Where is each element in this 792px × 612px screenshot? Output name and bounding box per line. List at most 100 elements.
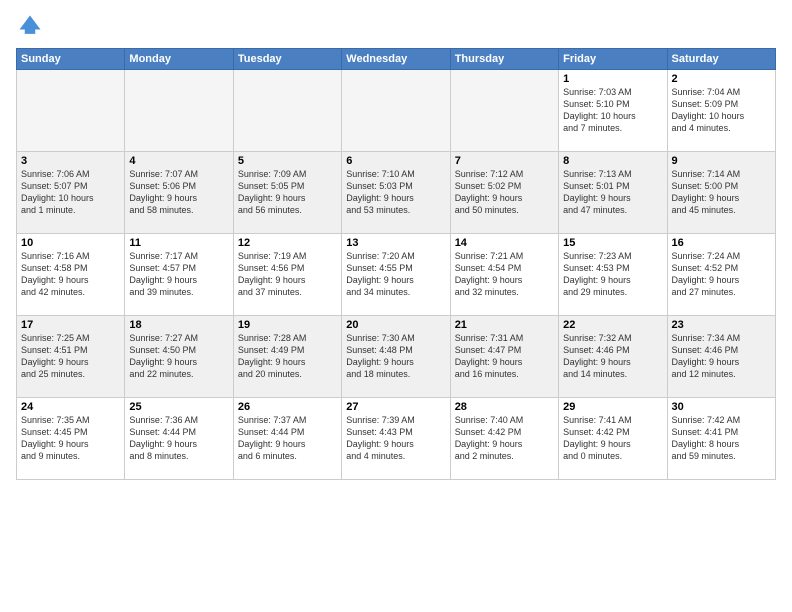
calendar-day-cell: 2Sunrise: 7:04 AM Sunset: 5:09 PM Daylig… (667, 70, 775, 152)
day-number: 20 (346, 319, 445, 331)
calendar-day-cell (450, 70, 558, 152)
day-number: 19 (238, 319, 337, 331)
day-number: 6 (346, 155, 445, 167)
calendar-day-cell: 14Sunrise: 7:21 AM Sunset: 4:54 PM Dayli… (450, 234, 558, 316)
weekday-header-tuesday: Tuesday (233, 49, 341, 70)
calendar-day-cell: 15Sunrise: 7:23 AM Sunset: 4:53 PM Dayli… (559, 234, 667, 316)
calendar-day-cell (233, 70, 341, 152)
calendar-week-row: 1Sunrise: 7:03 AM Sunset: 5:10 PM Daylig… (17, 70, 776, 152)
day-number: 2 (672, 73, 771, 85)
calendar-day-cell: 6Sunrise: 7:10 AM Sunset: 5:03 PM Daylig… (342, 152, 450, 234)
day-number: 4 (129, 155, 228, 167)
day-info: Sunrise: 7:20 AM Sunset: 4:55 PM Dayligh… (346, 250, 445, 299)
calendar-day-cell (125, 70, 233, 152)
day-number: 14 (455, 237, 554, 249)
day-number: 17 (21, 319, 120, 331)
calendar-day-cell: 13Sunrise: 7:20 AM Sunset: 4:55 PM Dayli… (342, 234, 450, 316)
day-number: 16 (672, 237, 771, 249)
weekday-header-saturday: Saturday (667, 49, 775, 70)
calendar-day-cell (17, 70, 125, 152)
logo-icon (16, 12, 44, 40)
day-info: Sunrise: 7:40 AM Sunset: 4:42 PM Dayligh… (455, 414, 554, 463)
day-number: 18 (129, 319, 228, 331)
day-number: 11 (129, 237, 228, 249)
calendar-day-cell: 26Sunrise: 7:37 AM Sunset: 4:44 PM Dayli… (233, 398, 341, 480)
calendar-day-cell: 17Sunrise: 7:25 AM Sunset: 4:51 PM Dayli… (17, 316, 125, 398)
day-number: 12 (238, 237, 337, 249)
weekday-header-thursday: Thursday (450, 49, 558, 70)
day-info: Sunrise: 7:32 AM Sunset: 4:46 PM Dayligh… (563, 332, 662, 381)
calendar-day-cell: 23Sunrise: 7:34 AM Sunset: 4:46 PM Dayli… (667, 316, 775, 398)
day-info: Sunrise: 7:06 AM Sunset: 5:07 PM Dayligh… (21, 168, 120, 217)
day-info: Sunrise: 7:17 AM Sunset: 4:57 PM Dayligh… (129, 250, 228, 299)
weekday-header-row: SundayMondayTuesdayWednesdayThursdayFrid… (17, 49, 776, 70)
day-number: 8 (563, 155, 662, 167)
day-info: Sunrise: 7:23 AM Sunset: 4:53 PM Dayligh… (563, 250, 662, 299)
calendar-day-cell: 19Sunrise: 7:28 AM Sunset: 4:49 PM Dayli… (233, 316, 341, 398)
calendar-day-cell: 7Sunrise: 7:12 AM Sunset: 5:02 PM Daylig… (450, 152, 558, 234)
calendar-day-cell: 16Sunrise: 7:24 AM Sunset: 4:52 PM Dayli… (667, 234, 775, 316)
day-number: 22 (563, 319, 662, 331)
day-info: Sunrise: 7:16 AM Sunset: 4:58 PM Dayligh… (21, 250, 120, 299)
day-info: Sunrise: 7:09 AM Sunset: 5:05 PM Dayligh… (238, 168, 337, 217)
day-info: Sunrise: 7:25 AM Sunset: 4:51 PM Dayligh… (21, 332, 120, 381)
day-info: Sunrise: 7:14 AM Sunset: 5:00 PM Dayligh… (672, 168, 771, 217)
calendar-day-cell: 5Sunrise: 7:09 AM Sunset: 5:05 PM Daylig… (233, 152, 341, 234)
calendar-week-row: 10Sunrise: 7:16 AM Sunset: 4:58 PM Dayli… (17, 234, 776, 316)
day-number: 26 (238, 401, 337, 413)
calendar-day-cell: 12Sunrise: 7:19 AM Sunset: 4:56 PM Dayli… (233, 234, 341, 316)
calendar-day-cell: 8Sunrise: 7:13 AM Sunset: 5:01 PM Daylig… (559, 152, 667, 234)
calendar-day-cell: 29Sunrise: 7:41 AM Sunset: 4:42 PM Dayli… (559, 398, 667, 480)
day-info: Sunrise: 7:12 AM Sunset: 5:02 PM Dayligh… (455, 168, 554, 217)
day-info: Sunrise: 7:13 AM Sunset: 5:01 PM Dayligh… (563, 168, 662, 217)
day-number: 23 (672, 319, 771, 331)
day-number: 30 (672, 401, 771, 413)
day-number: 9 (672, 155, 771, 167)
day-info: Sunrise: 7:39 AM Sunset: 4:43 PM Dayligh… (346, 414, 445, 463)
day-number: 3 (21, 155, 120, 167)
logo (16, 12, 48, 40)
day-number: 29 (563, 401, 662, 413)
calendar-day-cell: 4Sunrise: 7:07 AM Sunset: 5:06 PM Daylig… (125, 152, 233, 234)
day-number: 5 (238, 155, 337, 167)
calendar-week-row: 17Sunrise: 7:25 AM Sunset: 4:51 PM Dayli… (17, 316, 776, 398)
day-info: Sunrise: 7:31 AM Sunset: 4:47 PM Dayligh… (455, 332, 554, 381)
day-number: 28 (455, 401, 554, 413)
day-info: Sunrise: 7:41 AM Sunset: 4:42 PM Dayligh… (563, 414, 662, 463)
day-number: 21 (455, 319, 554, 331)
calendar-day-cell: 11Sunrise: 7:17 AM Sunset: 4:57 PM Dayli… (125, 234, 233, 316)
day-info: Sunrise: 7:19 AM Sunset: 4:56 PM Dayligh… (238, 250, 337, 299)
day-info: Sunrise: 7:21 AM Sunset: 4:54 PM Dayligh… (455, 250, 554, 299)
day-info: Sunrise: 7:34 AM Sunset: 4:46 PM Dayligh… (672, 332, 771, 381)
day-info: Sunrise: 7:28 AM Sunset: 4:49 PM Dayligh… (238, 332, 337, 381)
day-info: Sunrise: 7:42 AM Sunset: 4:41 PM Dayligh… (672, 414, 771, 463)
calendar-week-row: 3Sunrise: 7:06 AM Sunset: 5:07 PM Daylig… (17, 152, 776, 234)
calendar-day-cell: 9Sunrise: 7:14 AM Sunset: 5:00 PM Daylig… (667, 152, 775, 234)
day-info: Sunrise: 7:07 AM Sunset: 5:06 PM Dayligh… (129, 168, 228, 217)
day-number: 25 (129, 401, 228, 413)
day-info: Sunrise: 7:37 AM Sunset: 4:44 PM Dayligh… (238, 414, 337, 463)
day-number: 10 (21, 237, 120, 249)
day-info: Sunrise: 7:04 AM Sunset: 5:09 PM Dayligh… (672, 86, 771, 135)
day-number: 7 (455, 155, 554, 167)
day-info: Sunrise: 7:27 AM Sunset: 4:50 PM Dayligh… (129, 332, 228, 381)
day-number: 1 (563, 73, 662, 85)
calendar-header (16, 12, 776, 40)
calendar-day-cell: 10Sunrise: 7:16 AM Sunset: 4:58 PM Dayli… (17, 234, 125, 316)
calendar-day-cell: 21Sunrise: 7:31 AM Sunset: 4:47 PM Dayli… (450, 316, 558, 398)
weekday-header-friday: Friday (559, 49, 667, 70)
calendar-day-cell: 28Sunrise: 7:40 AM Sunset: 4:42 PM Dayli… (450, 398, 558, 480)
calendar-day-cell: 25Sunrise: 7:36 AM Sunset: 4:44 PM Dayli… (125, 398, 233, 480)
calendar-day-cell: 24Sunrise: 7:35 AM Sunset: 4:45 PM Dayli… (17, 398, 125, 480)
day-info: Sunrise: 7:03 AM Sunset: 5:10 PM Dayligh… (563, 86, 662, 135)
calendar-day-cell: 22Sunrise: 7:32 AM Sunset: 4:46 PM Dayli… (559, 316, 667, 398)
day-info: Sunrise: 7:24 AM Sunset: 4:52 PM Dayligh… (672, 250, 771, 299)
calendar-day-cell: 20Sunrise: 7:30 AM Sunset: 4:48 PM Dayli… (342, 316, 450, 398)
day-number: 13 (346, 237, 445, 249)
day-number: 15 (563, 237, 662, 249)
day-number: 24 (21, 401, 120, 413)
day-info: Sunrise: 7:30 AM Sunset: 4:48 PM Dayligh… (346, 332, 445, 381)
weekday-header-wednesday: Wednesday (342, 49, 450, 70)
calendar-day-cell: 27Sunrise: 7:39 AM Sunset: 4:43 PM Dayli… (342, 398, 450, 480)
calendar-week-row: 24Sunrise: 7:35 AM Sunset: 4:45 PM Dayli… (17, 398, 776, 480)
